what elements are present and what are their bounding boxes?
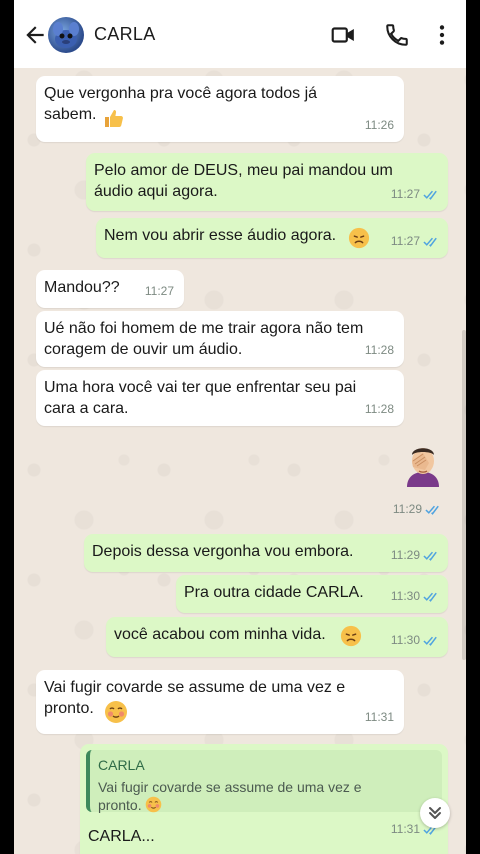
message-outgoing-reply[interactable]: CARLA Vai fugir covarde se assume de uma… xyxy=(80,744,448,854)
message-time: 11:28 xyxy=(364,343,394,357)
message-text: Ué não foi homem de me trair agora não t… xyxy=(44,320,364,358)
message-text: você acabou com minha vida. xyxy=(114,626,326,643)
message-time: 11:29 xyxy=(391,545,440,566)
more-menu-icon[interactable] xyxy=(429,22,455,48)
message-time: 11:28 xyxy=(364,402,394,416)
message-time: 11:26 xyxy=(364,118,394,132)
disappointed-face-icon xyxy=(340,625,362,647)
message-outgoing[interactable]: Pra outra cidade CARLA. 11:30 xyxy=(176,575,448,613)
thumbs-up-icon xyxy=(105,110,123,127)
read-ticks-icon xyxy=(425,505,439,515)
message-incoming[interactable]: Vai fugir covarde se assume de uma vez e… xyxy=(36,670,404,734)
message-incoming[interactable]: Mandou?? 11:27 xyxy=(36,270,184,308)
contact-name[interactable]: CARLA xyxy=(94,24,156,45)
message-time: 11:30 xyxy=(391,586,440,607)
message-outgoing[interactable]: Nem vou abrir esse áudio agora. 11:27 xyxy=(96,218,448,258)
message-text: CARLA... xyxy=(88,828,155,845)
message-text: Mandou?? xyxy=(44,279,120,296)
double-chevron-down-icon xyxy=(429,807,441,819)
message-time: 11:27 xyxy=(144,284,174,298)
message-incoming[interactable]: Uma hora você vai ter que enfrentar seu … xyxy=(36,370,404,426)
read-ticks-icon xyxy=(423,592,437,602)
blushing-face-icon xyxy=(105,701,127,723)
back-arrow-icon[interactable] xyxy=(22,22,48,48)
read-ticks-icon xyxy=(423,636,437,646)
read-ticks-icon xyxy=(423,237,437,247)
message-time: 11:27 xyxy=(391,231,440,252)
message-outgoing[interactable]: Depois dessa vergonha vou embora. 11:29 xyxy=(84,534,448,572)
sticker-time-wrap: 11:29 xyxy=(380,499,450,525)
message-text: Uma hora você vai ter que enfrentar seu … xyxy=(44,379,357,417)
message-incoming[interactable]: Ué não foi homem de me trair agora não t… xyxy=(36,311,404,367)
read-ticks-icon xyxy=(423,190,437,200)
message-text: Nem vou abrir esse áudio agora. xyxy=(104,227,337,244)
scrollbar[interactable] xyxy=(462,330,466,660)
phone-icon[interactable] xyxy=(384,22,410,48)
contact-avatar[interactable] xyxy=(48,17,84,53)
message-text: Depois dessa vergonha vou embora. xyxy=(92,543,354,560)
message-outgoing[interactable]: Pelo amor de DEUS, meu pai mandou um áud… xyxy=(86,153,448,211)
message-time: 11:27 xyxy=(391,184,440,205)
chat-header: CARLA xyxy=(14,0,466,68)
blushing-face-icon xyxy=(146,796,162,813)
facepalm-sticker[interactable] xyxy=(400,441,446,487)
message-text: Vai fugir covarde se assume de uma vez e… xyxy=(44,679,346,717)
message-incoming[interactable]: Que vergonha pra você agora todos já sab… xyxy=(36,76,404,142)
read-ticks-icon xyxy=(423,551,437,561)
quoted-message[interactable]: CARLA Vai fugir covarde se assume de uma… xyxy=(86,750,442,813)
chat-screen: CARLA Que vergonha pra você agora todos … xyxy=(14,0,466,854)
scroll-to-bottom-button[interactable] xyxy=(420,798,450,828)
message-outgoing[interactable]: você acabou com minha vida. 11:30 xyxy=(106,617,448,657)
message-text: Pra outra cidade CARLA. xyxy=(184,584,364,601)
disappointed-face-icon xyxy=(348,227,370,249)
video-call-icon[interactable] xyxy=(330,22,356,48)
message-time: 11:30 xyxy=(391,630,440,651)
message-text: Que vergonha pra você agora todos já sab… xyxy=(44,85,318,123)
message-time: 11:29 xyxy=(393,499,442,520)
quoted-text: Vai fugir covarde se assume de uma vez e… xyxy=(98,779,362,813)
message-text: Pelo amor de DEUS, meu pai mandou um áud… xyxy=(94,162,393,200)
quoted-author: CARLA xyxy=(98,757,145,773)
message-time: 11:31 xyxy=(364,710,394,724)
